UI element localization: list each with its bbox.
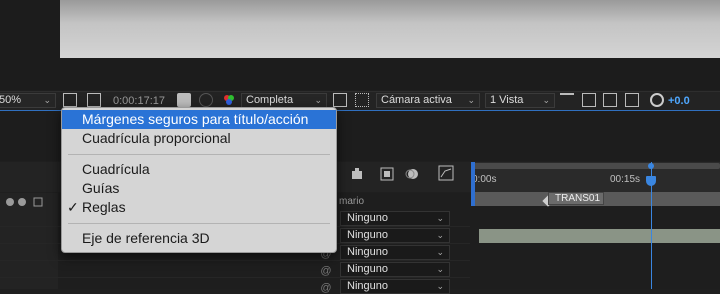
parent-value: Ninguno: [347, 263, 388, 275]
pixel-aspect-icon[interactable]: [560, 93, 574, 107]
camera-view-dropdown[interactable]: Cámara activa ⌄: [376, 93, 480, 108]
fast-previews-icon[interactable]: [582, 93, 596, 107]
chevron-down-icon: ⌄: [467, 95, 475, 105]
parent-value: Ninguno: [347, 229, 388, 241]
menu-item-label: Cuadrícula proporcional: [82, 130, 231, 146]
work-area-bar[interactable]: [472, 163, 720, 169]
camera-view-value: Cámara activa: [381, 94, 452, 106]
chevron-down-icon: ⌄: [314, 95, 322, 105]
parent-value: Ninguno: [347, 246, 388, 258]
parent-dropdown[interactable]: Ninguno ⌄: [340, 211, 450, 226]
magnification-value: 50%: [0, 94, 22, 106]
menu-item-3d-reference-axes[interactable]: Eje de referencia 3D: [62, 229, 336, 248]
grid-guide-options-icon[interactable]: [63, 93, 77, 107]
parent-dropdown[interactable]: Ninguno ⌄: [340, 245, 450, 260]
work-area-end-handle[interactable]: [648, 163, 654, 169]
magnification-dropdown[interactable]: 50% ⌄: [0, 93, 56, 108]
frame-blending-icon[interactable]: [380, 167, 394, 181]
layer-duration-bar[interactable]: [479, 229, 720, 243]
chevron-down-icon: ⌄: [436, 281, 444, 291]
color-channels-icon[interactable]: [222, 93, 236, 107]
parent-column-header: mario: [339, 196, 365, 207]
resolution-value: Completa: [246, 94, 294, 106]
exposure-value[interactable]: +0.0: [668, 95, 690, 107]
current-time-indicator[interactable]: [646, 176, 656, 186]
work-area-start-handle[interactable]: [471, 162, 475, 206]
chevron-down-icon: ⌄: [542, 95, 550, 105]
parent-dropdown[interactable]: Ninguno ⌄: [340, 279, 450, 294]
parent-dropdown[interactable]: Ninguno ⌄: [340, 228, 450, 243]
menu-item-rulers[interactable]: ✓ Reglas: [62, 198, 336, 217]
menu-item-safe-margins[interactable]: Márgenes seguros para título/acción: [62, 110, 336, 129]
chevron-down-icon: ⌄: [436, 230, 444, 240]
transparency-grid-icon[interactable]: [355, 93, 369, 107]
menu-separator: [68, 154, 330, 155]
checkmark-icon: ✓: [67, 199, 79, 215]
draft-3d-icon[interactable]: [350, 167, 364, 181]
menu-item-label: Guías: [82, 180, 120, 196]
region-of-interest-icon[interactable]: [333, 93, 347, 107]
flowchart-icon[interactable]: [625, 93, 639, 107]
ruler-label-start: 0:00s: [472, 174, 497, 185]
grid-guide-options-menu: Márgenes seguros para título/acción Cuad…: [61, 107, 337, 253]
chevron-down-icon: ⌄: [43, 95, 51, 105]
ruler-label-mark: 00:15s: [610, 174, 641, 185]
mask-visibility-icon[interactable]: [87, 93, 101, 107]
menu-item-label: Cuadrícula: [82, 161, 150, 177]
graph-editor-icon[interactable]: [438, 165, 454, 181]
menu-item-proportional-grid[interactable]: Cuadrícula proporcional: [62, 129, 336, 148]
timeline-toggle-icon[interactable]: [603, 93, 617, 107]
show-snapshot-icon[interactable]: [199, 93, 213, 107]
view-layout-dropdown[interactable]: 1 Vista ⌄: [485, 93, 555, 108]
menu-item-grid[interactable]: Cuadrícula: [62, 160, 336, 179]
pick-whip-icon[interactable]: @: [320, 265, 332, 277]
pick-whip-icon[interactable]: @: [320, 282, 332, 294]
menu-item-label: Eje de referencia 3D: [82, 230, 210, 246]
chevron-down-icon: ⌄: [436, 264, 444, 274]
view-layout-value: 1 Vista: [490, 94, 524, 106]
resolution-dropdown[interactable]: Completa ⌄: [241, 93, 327, 108]
parent-value: Ninguno: [347, 212, 388, 224]
chevron-down-icon: ⌄: [436, 247, 444, 257]
marker-label[interactable]: TRANS01: [548, 192, 604, 205]
chevron-down-icon: ⌄: [436, 213, 444, 223]
menu-separator: [68, 223, 330, 224]
motion-blur-icon[interactable]: [405, 167, 419, 181]
parent-value: Ninguno: [347, 280, 388, 292]
camera-snapshot-icon[interactable]: [177, 93, 191, 107]
menu-item-label: Márgenes seguros para título/acción: [82, 111, 309, 127]
menu-item-guides[interactable]: Guías: [62, 179, 336, 198]
menu-item-label: Reglas: [82, 199, 126, 215]
av-features-icons: [0, 195, 50, 207]
current-time[interactable]: 0:00:17:17: [113, 95, 165, 107]
reset-exposure-icon[interactable]: [650, 93, 664, 107]
parent-dropdown[interactable]: Ninguno ⌄: [340, 262, 450, 277]
composition-canvas[interactable]: [60, 0, 720, 58]
